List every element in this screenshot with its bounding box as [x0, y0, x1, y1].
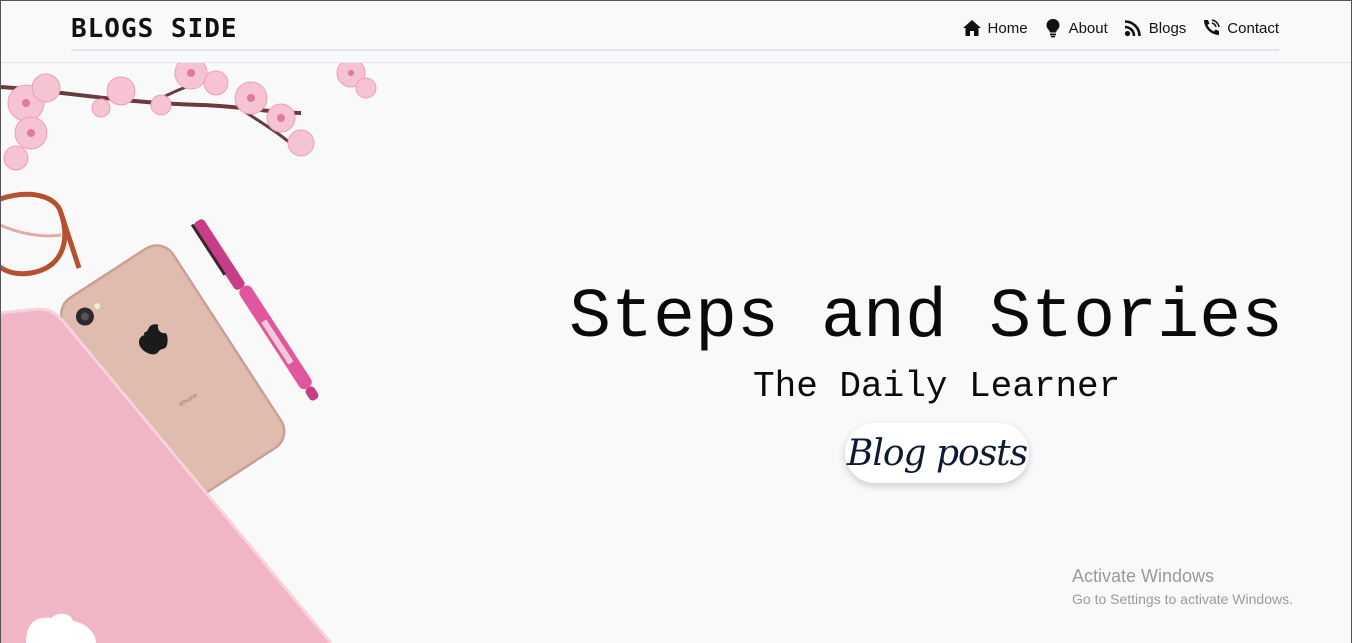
brand-logo[interactable]: BLOGS SIDE — [71, 14, 238, 44]
nav-home[interactable]: Home — [962, 18, 1028, 38]
nav-about-label: About — [1068, 19, 1108, 37]
nav-contact[interactable]: Contact — [1201, 18, 1279, 38]
watermark-title: Activate Windows — [1072, 566, 1215, 586]
nav-home-label: Home — [987, 19, 1028, 37]
nav-about[interactable]: About — [1043, 18, 1108, 38]
hero-background-illustration: iPhone — [1, 63, 377, 643]
lightbulb-icon — [1046, 19, 1060, 38]
nav-menu: Home About Blogs Contact — [947, 18, 1279, 38]
hero-section: iPhone Steps and Stories The Daily Learn… — [1, 63, 1351, 643]
activate-windows-watermark: Activate Windows Go to Settings to activ… — [1072, 566, 1293, 607]
header: BLOGS SIDE Home About Blogs Contact — [1, 1, 1351, 63]
navbar: BLOGS SIDE Home About Blogs Contact — [71, 1, 1279, 51]
nav-contact-label: Contact — [1227, 19, 1279, 37]
hero-subtitle: The Daily Learner — [753, 366, 1121, 407]
blog-icon — [1124, 20, 1141, 37]
home-icon — [962, 20, 981, 36]
nav-blogs-label: Blogs — [1148, 19, 1187, 37]
blog-posts-button[interactable]: Blog posts — [845, 423, 1029, 483]
contact-icon — [1204, 19, 1221, 35]
hero-title: Steps and Stories — [569, 279, 1284, 358]
watermark-subtitle: Go to Settings to activate Windows. — [1072, 591, 1293, 607]
nav-blogs[interactable]: Blogs — [1123, 18, 1187, 38]
